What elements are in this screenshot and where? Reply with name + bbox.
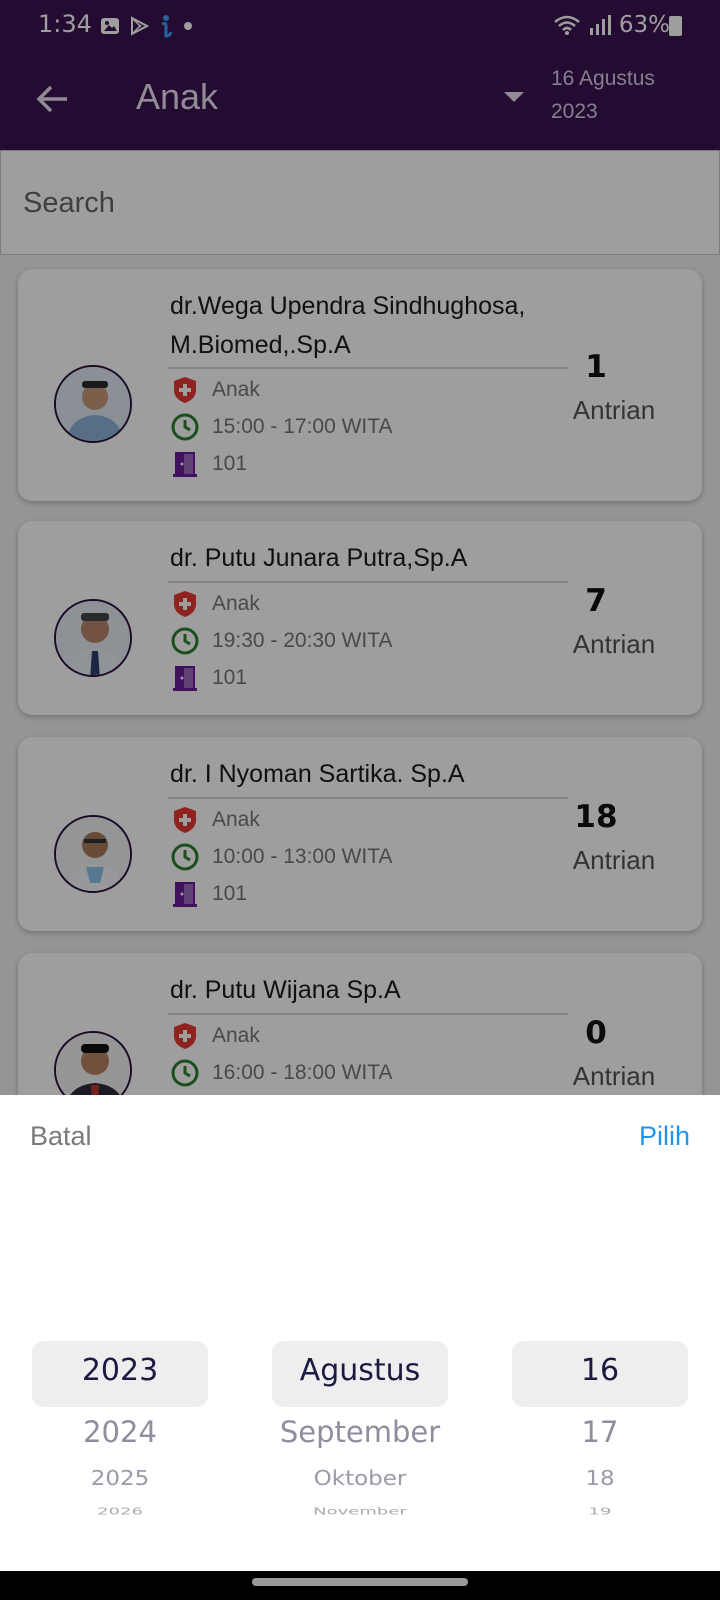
- select-button[interactable]: Pilih: [639, 1121, 690, 1152]
- month-option[interactable]: Oktober: [272, 1468, 448, 1491]
- day-option[interactable]: 17: [512, 1415, 688, 1449]
- month-wheel[interactable]: Agustus September Oktober November: [272, 1341, 448, 1531]
- month-option[interactable]: September: [272, 1415, 448, 1449]
- modal-backdrop[interactable]: [0, 0, 720, 1095]
- month-option-selected[interactable]: Agustus: [272, 1353, 448, 1388]
- home-gesture-handle[interactable]: [252, 1578, 468, 1586]
- day-option[interactable]: 19: [512, 1506, 688, 1518]
- day-option-selected[interactable]: 16: [512, 1353, 688, 1388]
- year-option-selected[interactable]: 2023: [32, 1353, 208, 1388]
- day-wheel[interactable]: 16 17 18 19: [512, 1341, 688, 1531]
- year-option[interactable]: 2026: [32, 1506, 208, 1518]
- year-option[interactable]: 2024: [32, 1415, 208, 1449]
- date-picker-sheet: Batal Pilih 2023 2024 2025 2026 Agustus …: [0, 1095, 720, 1571]
- year-wheel[interactable]: 2023 2024 2025 2026: [32, 1341, 208, 1531]
- year-option[interactable]: 2025: [32, 1468, 208, 1491]
- day-option[interactable]: 18: [512, 1468, 688, 1491]
- system-nav-bar: [0, 1571, 720, 1600]
- month-option[interactable]: November: [272, 1506, 448, 1518]
- cancel-button[interactable]: Batal: [30, 1121, 92, 1152]
